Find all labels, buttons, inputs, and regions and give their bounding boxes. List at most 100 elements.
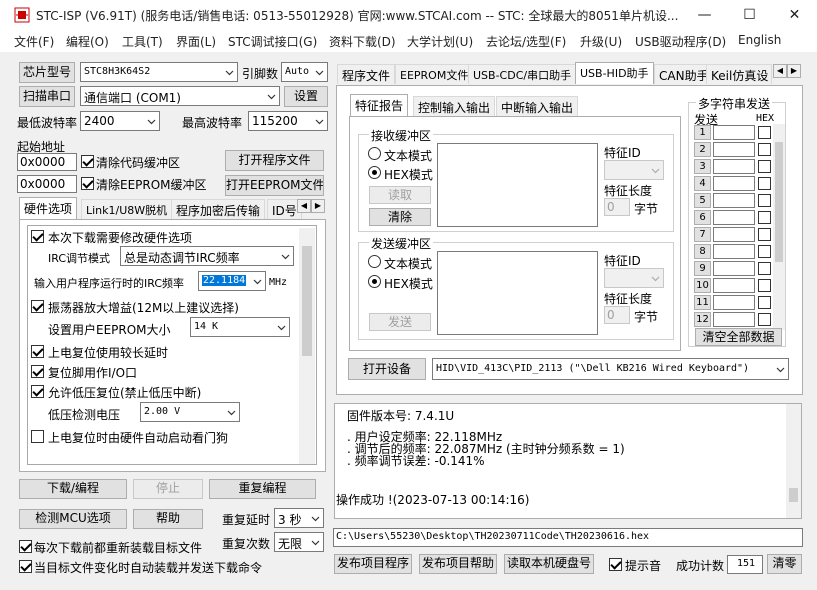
multi-send-row-hex-checkbox[interactable] — [758, 296, 771, 309]
reset-io-checkbox[interactable] — [31, 365, 44, 378]
open-program-file-button[interactable]: 打开程序文件 — [225, 150, 324, 171]
hw-options-scrollbar[interactable] — [299, 228, 315, 464]
send-text-mode-radio[interactable] — [368, 255, 381, 268]
menu-forum[interactable]: 去论坛/选型(F) — [486, 33, 566, 50]
multi-send-row-button[interactable]: 5 — [694, 193, 711, 208]
menu-file[interactable]: 文件(F) — [14, 33, 54, 50]
multi-send-row-button[interactable]: 11 — [694, 295, 711, 310]
menu-downloads[interactable]: 资料下载(D) — [329, 33, 396, 50]
repeat-delay-select[interactable]: 3 秒 — [274, 508, 324, 528]
settings-button[interactable]: 设置 — [284, 86, 328, 107]
open-eeprom-file-button[interactable]: 打开EEPROM文件 — [225, 175, 324, 196]
multi-send-row-button[interactable]: 4 — [694, 176, 711, 191]
multi-send-row-input[interactable] — [713, 176, 755, 191]
menu-university[interactable]: 大学计划(U) — [407, 33, 473, 50]
multi-send-row-button[interactable]: 2 — [694, 142, 711, 157]
send-feature-length-input[interactable]: 0 — [604, 306, 630, 324]
menu-tools[interactable]: 工具(T) — [122, 33, 163, 50]
multi-send-row-hex-checkbox[interactable] — [758, 228, 771, 241]
menu-debug[interactable]: STC调试接口(G) — [228, 33, 317, 50]
clear-count-button[interactable]: 清零 — [767, 554, 802, 574]
tab-usb-hid[interactable]: USB-HID助手 — [575, 62, 654, 84]
send-hex-mode-radio[interactable] — [368, 275, 381, 288]
multi-send-row-input[interactable] — [713, 295, 755, 310]
multi-send-row-button[interactable]: 7 — [694, 227, 711, 242]
right-tab-scroll-left-icon[interactable]: ◀ — [773, 64, 787, 78]
scan-port-button[interactable]: 扫描串口 — [19, 86, 75, 107]
recv-feature-length-input[interactable]: 0 — [604, 198, 630, 216]
multi-send-row-button[interactable]: 12 — [694, 312, 711, 327]
multi-send-row-input[interactable] — [713, 278, 755, 293]
menu-interface[interactable]: 界面(L) — [176, 33, 216, 50]
help-button[interactable]: 帮助 — [133, 509, 203, 529]
modify-hw-checkbox[interactable] — [31, 230, 44, 243]
multi-send-row-input[interactable] — [713, 244, 755, 259]
multi-send-row-button[interactable]: 8 — [694, 244, 711, 259]
publish-program-button[interactable]: 发布项目程序 — [334, 554, 412, 574]
chip-model-select[interactable]: STC8H3K64S2 — [80, 62, 238, 82]
multi-send-row-hex-checkbox[interactable] — [758, 126, 771, 139]
clear-eeprom-checkbox[interactable] — [81, 177, 94, 190]
send-buffer-textarea[interactable] — [437, 251, 598, 335]
chip-model-button[interactable]: 芯片型号 — [19, 62, 75, 83]
tab-usb-cdc-serial[interactable]: USB-CDC/串口助手 — [468, 64, 577, 84]
tab-scroll-left-icon[interactable]: ◀ — [297, 199, 311, 213]
eeprom-address-input[interactable]: 0x0000 — [17, 175, 77, 193]
subtab-control-io[interactable]: 控制输入输出 — [413, 96, 496, 116]
multi-send-row-hex-checkbox[interactable] — [758, 160, 771, 173]
multi-send-row-input[interactable] — [713, 142, 755, 157]
tab-hardware-options[interactable]: 硬件选项 — [19, 197, 78, 219]
multi-send-row-hex-checkbox[interactable] — [758, 245, 771, 258]
repeat-count-select[interactable]: 无限 — [274, 532, 324, 552]
multi-send-row-input[interactable] — [713, 159, 755, 174]
multi-send-row-input[interactable] — [713, 125, 755, 140]
hw-options-scroll-thumb[interactable] — [302, 246, 312, 356]
irc-frequency-select[interactable]: 22.1184 — [198, 271, 266, 291]
multi-send-row-hex-checkbox[interactable] — [758, 177, 771, 190]
subtab-interrupt-io[interactable]: 中断输入输出 — [496, 96, 579, 116]
send-button[interactable]: 发送 — [369, 313, 431, 331]
tab-scroll-right-icon[interactable]: ▶ — [311, 199, 325, 213]
recv-feature-id-select[interactable] — [604, 160, 664, 180]
multi-send-row-input[interactable] — [713, 261, 755, 276]
multi-send-row-button[interactable]: 10 — [694, 278, 711, 293]
multi-send-row-hex-checkbox[interactable] — [758, 279, 771, 292]
multi-send-row-hex-checkbox[interactable] — [758, 313, 771, 326]
publish-help-button[interactable]: 发布项目帮助 — [419, 554, 497, 574]
clear-code-checkbox[interactable] — [81, 155, 94, 168]
multi-send-row-input[interactable] — [713, 312, 755, 327]
irc-mode-select[interactable]: 总是动态调节IRC频率 — [120, 246, 294, 266]
recv-text-mode-radio[interactable] — [368, 147, 381, 160]
multi-string-scroll-thumb[interactable] — [775, 142, 783, 262]
hid-device-select[interactable]: HID\VID_413C\PID_2113 ("\Dell KB216 Wire… — [432, 358, 789, 380]
tab-program-file[interactable]: 程序文件 — [337, 64, 396, 84]
menu-english[interactable]: English — [738, 33, 781, 47]
menu-upgrade[interactable]: 升级(U) — [580, 33, 622, 50]
multi-send-row-hex-checkbox[interactable] — [758, 211, 771, 224]
low-voltage-select[interactable]: 2.00 V — [140, 402, 240, 422]
recv-clear-button[interactable]: 清除 — [369, 208, 431, 226]
max-baud-select[interactable]: 115200 — [248, 111, 328, 131]
watchdog-checkbox[interactable] — [31, 430, 44, 443]
osc-gain-checkbox[interactable] — [31, 300, 44, 313]
send-feature-id-select[interactable] — [604, 268, 664, 288]
pins-select[interactable]: Auto — [281, 62, 328, 82]
multi-send-row-button[interactable]: 1 — [694, 125, 711, 140]
read-button[interactable]: 读取 — [369, 186, 431, 204]
right-tab-scroll-right-icon[interactable]: ▶ — [787, 64, 801, 78]
log-scrollbar[interactable] — [786, 404, 801, 518]
read-disk-serial-button[interactable]: 读取本机硬盘号 — [504, 554, 594, 574]
eeprom-size-select[interactable]: 14 K — [190, 317, 290, 337]
auto-reload-checkbox[interactable] — [19, 560, 32, 573]
hex-file-path[interactable]: C:\Users\55230\Desktop\TH20230711Code\TH… — [333, 528, 803, 547]
beep-checkbox[interactable] — [609, 558, 622, 571]
long-delay-checkbox[interactable] — [31, 345, 44, 358]
port-select[interactable]: 通信端口 (COM1) — [80, 86, 280, 106]
tab-can[interactable]: CAN助手 — [654, 64, 714, 84]
multi-send-row-hex-checkbox[interactable] — [758, 262, 771, 275]
multi-send-row-input[interactable] — [713, 210, 755, 225]
subtab-feature-report[interactable]: 特征报告 — [350, 94, 409, 116]
multi-send-row-input[interactable] — [713, 227, 755, 242]
reload-before-checkbox[interactable] — [19, 540, 32, 553]
log-scroll-thumb[interactable] — [789, 488, 798, 502]
